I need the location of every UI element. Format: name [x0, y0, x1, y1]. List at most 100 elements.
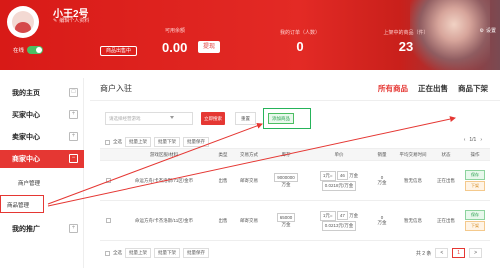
listed-stat: 上架中的商品（件） 23 — [374, 29, 438, 54]
off-shelf-button[interactable]: 下架 — [465, 181, 485, 191]
price-input[interactable]: 46 — [336, 170, 348, 180]
avatar[interactable] — [7, 6, 39, 38]
batch-up-button[interactable]: 批量上架 — [125, 248, 151, 258]
game-cell: 命运方舟/卡杰洛斯/11区/金币 — [116, 200, 212, 241]
table-header-cell: 交易方式 — [234, 148, 264, 161]
ops-cell: 保存 下架 — [460, 200, 490, 241]
settings-link[interactable]: ⚙ 设置 — [479, 27, 497, 35]
batch-down-button[interactable]: 批量下架 — [154, 137, 180, 147]
game-select-input[interactable]: 请选择经营游戏 — [105, 112, 193, 125]
online-toggle[interactable] — [27, 46, 44, 54]
square-icon: □ — [69, 88, 78, 97]
sales-cell: 0 万金 — [370, 160, 394, 201]
table-header-cell: 操作 — [460, 148, 490, 161]
listed-stat-value: 23 — [398, 39, 414, 54]
sidebar-subitem-goods-manage[interactable]: 商品管理 — [0, 195, 44, 213]
select-all-label: 全选 — [113, 139, 122, 144]
stock-input[interactable]: 9000000 — [274, 173, 298, 182]
next-icon[interactable]: › — [480, 137, 482, 143]
row-checkbox-cell — [100, 160, 116, 201]
prev-page-button[interactable]: < — [435, 248, 449, 258]
profile-banner: 小王2号 ✎ 编辑个人资料 在线 商品出售中 可用余额 0.00 提现 我的订单… — [0, 0, 500, 70]
sidebar-item-label: 买家中心 — [12, 112, 40, 119]
sidebar-item-label: 卖家中心 — [12, 134, 40, 141]
sidebar-subitem-label: 商户管理 — [18, 181, 41, 187]
row-checkbox-cell — [100, 200, 116, 241]
table-header-row: 游戏区服/材料 类型 交易方式 库存 单价 销量 平均交易时间 状态 操作 — [100, 148, 490, 161]
ops-cell: 保存 下架 — [460, 160, 490, 201]
expand-icon: + — [69, 224, 78, 233]
batch-up-button[interactable]: 批量上架 — [125, 137, 151, 147]
next-page-button[interactable]: > — [469, 248, 482, 258]
sidebar-item-promotion[interactable]: 我的推广 + — [0, 220, 84, 238]
table-header-cell: 销量 — [370, 148, 394, 161]
prev-icon[interactable]: ‹ — [464, 137, 466, 143]
sidebar-item-buyer[interactable]: 买家中心 + — [0, 106, 84, 124]
pagination: 共 2 条 < 1 > — [416, 248, 482, 258]
price-unit: 万金 — [349, 212, 359, 218]
price-prefix: 1元= — [319, 210, 336, 221]
balance-value: 0.00 — [162, 40, 188, 55]
table-header-cell: 类型 — [212, 148, 234, 161]
main-panel: 商户入驻 所有商品 正在出售 商品下架 请选择经营游戏 立即搜索 重置 添加商品… — [90, 78, 500, 268]
goods-table: 游戏区服/材料 类型 交易方式 库存 单价 销量 平均交易时间 状态 操作 命运… — [100, 148, 490, 241]
select-all-checkbox[interactable] — [105, 250, 110, 256]
table-header-cell: 游戏区服/材料 — [116, 148, 212, 161]
items-sold-button[interactable]: 商品出售中 — [100, 46, 138, 56]
tab-off-shelf[interactable]: 商品下架 — [458, 83, 488, 94]
save-button[interactable]: 保存 — [465, 170, 485, 180]
stock-input[interactable]: 65000 — [276, 213, 296, 222]
expand-icon: + — [69, 110, 78, 119]
off-shelf-button[interactable]: 下架 — [465, 221, 485, 231]
price-input[interactable]: 47 — [336, 210, 348, 220]
sales-cell: 0 万金 — [370, 200, 394, 241]
tab-all-goods[interactable]: 所有商品 — [378, 83, 408, 94]
row-checkbox[interactable] — [105, 177, 111, 183]
tab-selling[interactable]: 正在出售 — [418, 83, 448, 94]
add-goods-button[interactable]: 添加商品 — [268, 113, 294, 124]
sidebar-subitem-merchant-manage[interactable]: 商户管理 — [0, 174, 84, 192]
avg-time-cell: 暂无信息 — [394, 200, 432, 241]
type-cell: 出售 — [212, 200, 234, 241]
listed-stat-label: 上架中的商品（件） — [383, 30, 429, 36]
table-row: 命运方舟/卡杰洛斯/11区/金币 出售 邮寄交易 65000 万金 1元= 47… — [100, 200, 490, 241]
page-1-button[interactable]: 1 — [452, 248, 466, 258]
table-row: 命运方舟/卡杰洛斯/71区/金币 出售 邮寄交易 9000000 万金 1元= … — [100, 160, 490, 201]
sidebar-item-label: 商家中心 — [12, 156, 40, 163]
sidebar-item-merchant[interactable]: 商家中心 − — [0, 150, 84, 168]
sidebar: 我的主页 □ 买家中心 + 卖家中心 + 商家中心 − 商户管理 商品管理 我的… — [0, 78, 84, 268]
settings-label: 设置 — [485, 28, 496, 34]
price-sub: 0.0218元/万金 — [321, 180, 357, 191]
chevron-down-icon[interactable] — [170, 115, 174, 121]
price-prefix: 1元= — [319, 170, 336, 181]
price-cell: 1元= 47 万金 0.0213元/万金 — [308, 200, 370, 241]
batch-down-button[interactable]: 批量下架 — [154, 248, 180, 258]
stock-unit: 万金 — [281, 222, 291, 227]
sidebar-item-seller[interactable]: 卖家中心 + — [0, 128, 84, 146]
search-button[interactable]: 立即搜索 — [201, 112, 225, 125]
sidebar-item-label: 我的推广 — [12, 226, 40, 233]
batch-save-button[interactable]: 批量保存 — [183, 248, 209, 258]
select-all-checkbox[interactable] — [105, 139, 110, 145]
gear-icon: ⚙ — [479, 27, 484, 34]
game-cell: 命运方舟/卡杰洛斯/71区/金币 — [116, 160, 212, 201]
sales-unit: 万金 — [377, 220, 387, 225]
withdraw-button[interactable]: 提现 — [198, 41, 221, 53]
collapse-icon: − — [69, 154, 78, 163]
edit-profile-link[interactable]: ✎ 编辑个人资料 — [53, 17, 89, 25]
table-header-cell — [100, 148, 116, 161]
batch-toolbar-bottom: 全选 批量上架 批量下架 批量保存 — [105, 248, 209, 258]
sidebar-item-home[interactable]: 我的主页 □ — [0, 84, 84, 102]
batch-save-button[interactable]: 批量保存 — [183, 137, 209, 147]
row-checkbox[interactable] — [105, 217, 111, 223]
save-button[interactable]: 保存 — [465, 210, 485, 220]
status-cell: 正在出售 — [432, 160, 460, 201]
mini-pager-text: 1/1 — [469, 137, 477, 143]
price-unit: 万金 — [349, 172, 359, 178]
orders-stat-label: 我的订单（人数） — [279, 30, 320, 36]
mini-pager: ‹ 1/1 › — [464, 137, 482, 143]
page-title: 商户入驻 — [100, 84, 132, 93]
reset-button[interactable]: 重置 — [235, 112, 256, 125]
table-header-cell: 单价 — [308, 148, 370, 161]
orders-stat: 我的订单（人数） 0 — [270, 29, 330, 54]
